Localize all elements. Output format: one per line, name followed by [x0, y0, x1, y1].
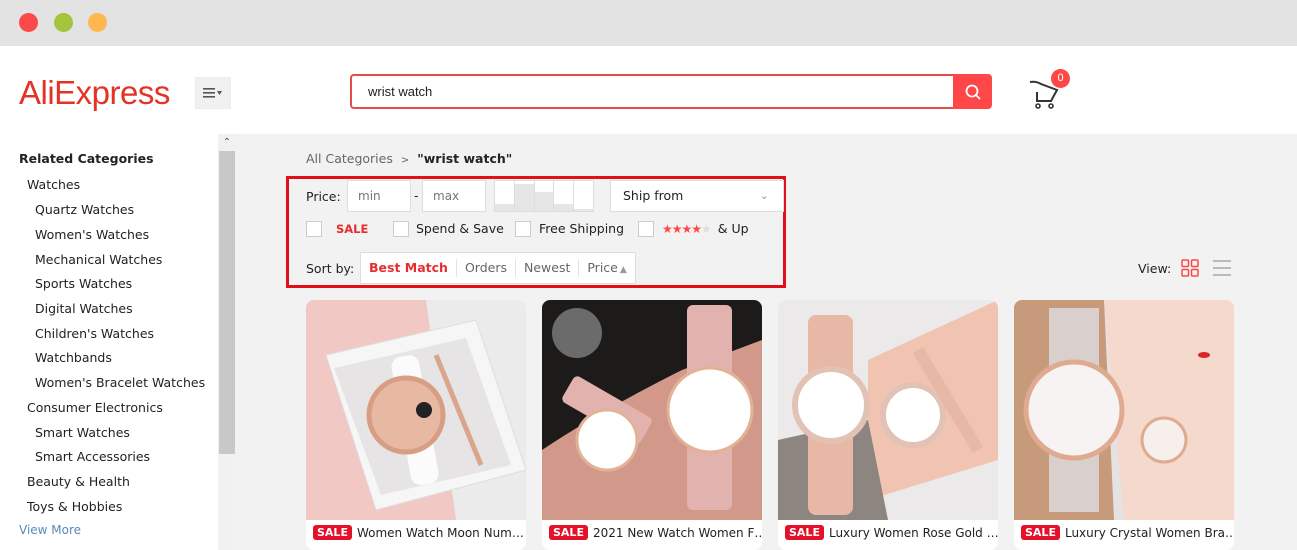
category-toys-hobbies[interactable]: Toys & Hobbies [27, 499, 122, 514]
price-histogram-bar-fill [574, 208, 593, 211]
grid-view-icon[interactable] [1181, 259, 1199, 277]
sale-checkbox-label[interactable]: SALE [336, 222, 368, 236]
product-title[interactable]: SALE Luxury Crystal Women Bra… [1021, 525, 1234, 540]
related-categories-title: Related Categories [19, 151, 154, 166]
category-consumer-electronics[interactable]: Consumer Electronics [27, 400, 163, 415]
sale-checkbox[interactable] [306, 221, 322, 237]
sale-badge: SALE [549, 525, 588, 540]
rating-checkbox[interactable] [638, 221, 654, 237]
category-menu-button[interactable] [195, 77, 231, 109]
sale-badge: SALE [313, 525, 352, 540]
search-icon [965, 84, 980, 99]
ship-from-dropdown[interactable]: Ship from ⌄ [610, 180, 784, 212]
window-maximize-button[interactable] [88, 13, 107, 32]
category-watches[interactable]: Watches [27, 177, 80, 192]
sort-newest[interactable]: Newest [516, 259, 580, 277]
category-sports-watches[interactable]: Sports Watches [35, 276, 132, 291]
price-min-input[interactable] [347, 180, 411, 212]
product-title[interactable]: SALE 2021 New Watch Women F… [549, 525, 762, 540]
sidebar-scrollbar[interactable]: ⌃ [218, 134, 236, 550]
cart-count-badge: 0 [1051, 69, 1070, 88]
cart-button[interactable]: 0 [1027, 68, 1073, 110]
sort-price[interactable]: Price ▲︎ [579, 259, 634, 277]
product-image-steel-watch[interactable] [1014, 300, 1234, 520]
list-view-icon[interactable] [1212, 259, 1232, 277]
price-histogram-bar[interactable] [574, 181, 593, 211]
category-quartz-watches[interactable]: Quartz Watches [35, 202, 134, 217]
category-smart-accessories[interactable]: Smart Accessories [35, 449, 150, 464]
view-more-link[interactable]: View More [19, 523, 81, 537]
window-titlebar [0, 0, 1297, 46]
related-categories-sidebar: Related Categories Watches Quartz Watche… [0, 134, 218, 550]
price-histogram[interactable] [494, 180, 594, 212]
hamburger-dropdown-icon [203, 88, 222, 98]
product-image-crystal-watches[interactable] [778, 300, 998, 520]
free-shipping-label[interactable]: Free Shipping [539, 221, 624, 236]
product-image-pink-watches[interactable] [542, 300, 762, 520]
sale-badge: SALE [785, 525, 824, 540]
sort-price-label: Price [587, 260, 618, 275]
and-up-text: & Up [717, 221, 749, 236]
category-beauty-health[interactable]: Beauty & Health [27, 474, 130, 489]
sort-options: Best Match Orders Newest Price ▲︎ [360, 252, 636, 284]
category-watchbands[interactable]: Watchbands [35, 350, 112, 365]
product-title-text: Luxury Crystal Women Bra… [1064, 525, 1234, 540]
rating-filter-label[interactable]: ★★★★★ & Up [662, 221, 749, 236]
sale-badge: SALE [1021, 525, 1060, 540]
star-rating-icon: ★★★★★ [662, 222, 712, 236]
price-histogram-bar-fill [554, 203, 574, 211]
price-histogram-bar[interactable] [534, 181, 555, 211]
search-button[interactable] [953, 74, 992, 109]
spend-save-checkbox[interactable] [393, 221, 409, 237]
sort-best-match[interactable]: Best Match [361, 259, 457, 277]
site-header: AliExpress 0 [0, 46, 1297, 134]
price-histogram-bar[interactable] [554, 181, 575, 211]
breadcrumb-separator: > [400, 155, 410, 166]
search-input[interactable] [350, 74, 953, 109]
price-histogram-bar-fill [534, 191, 554, 211]
product-card[interactable]: SALE Luxury Crystal Women Bra… [1014, 300, 1234, 550]
window-close-button[interactable] [19, 13, 38, 32]
price-histogram-bar-fill [514, 184, 534, 211]
sort-arrows-icon: ▲︎ [619, 265, 627, 275]
view-label: View: [1138, 261, 1172, 276]
price-histogram-bar[interactable] [495, 181, 515, 211]
ship-from-label: Ship from [623, 188, 684, 203]
product-title[interactable]: SALE Women Watch Moon Num… [313, 525, 524, 540]
sort-orders[interactable]: Orders [457, 259, 516, 277]
scroll-up-arrow-icon[interactable]: ⌃ [218, 134, 236, 150]
price-max-input[interactable] [422, 180, 486, 212]
spend-save-label[interactable]: Spend & Save [416, 221, 504, 236]
price-histogram-bar-fill [495, 203, 514, 211]
breadcrumb-all-categories[interactable]: All Categories [306, 151, 393, 166]
product-title-text: 2021 New Watch Women F… [592, 525, 762, 540]
product-image-watch-box[interactable] [306, 300, 526, 520]
product-title-text: Luxury Women Rose Gold … [828, 525, 998, 540]
product-card[interactable]: SALE 2021 New Watch Women F… [542, 300, 762, 550]
category-smart-watches[interactable]: Smart Watches [35, 425, 130, 440]
product-card[interactable]: SALE Women Watch Moon Num… [306, 300, 526, 550]
price-label: Price: [306, 189, 341, 204]
breadcrumb-current: "wrist watch" [417, 151, 513, 166]
category-womens-bracelet-watches[interactable]: Women's Bracelet Watches [35, 375, 205, 390]
price-histogram-bar[interactable] [514, 181, 535, 211]
category-mechanical-watches[interactable]: Mechanical Watches [35, 252, 162, 267]
aliexpress-logo[interactable]: AliExpress [19, 74, 170, 112]
price-dash: - [414, 189, 419, 203]
category-digital-watches[interactable]: Digital Watches [35, 301, 133, 316]
product-title[interactable]: SALE Luxury Women Rose Gold … [785, 525, 998, 540]
product-title-text: Women Watch Moon Num… [356, 525, 524, 540]
product-card[interactable]: SALE Luxury Women Rose Gold … [778, 300, 998, 550]
window-minimize-button[interactable] [54, 13, 73, 32]
breadcrumb: All Categories > "wrist watch" [306, 151, 512, 166]
category-childrens-watches[interactable]: Children's Watches [35, 326, 154, 341]
free-shipping-checkbox[interactable] [515, 221, 531, 237]
category-womens-watches[interactable]: Women's Watches [35, 227, 149, 242]
sort-by-label: Sort by: [306, 261, 355, 276]
chevron-down-icon: ⌄ [759, 189, 769, 202]
scrollbar-thumb[interactable] [219, 151, 235, 454]
